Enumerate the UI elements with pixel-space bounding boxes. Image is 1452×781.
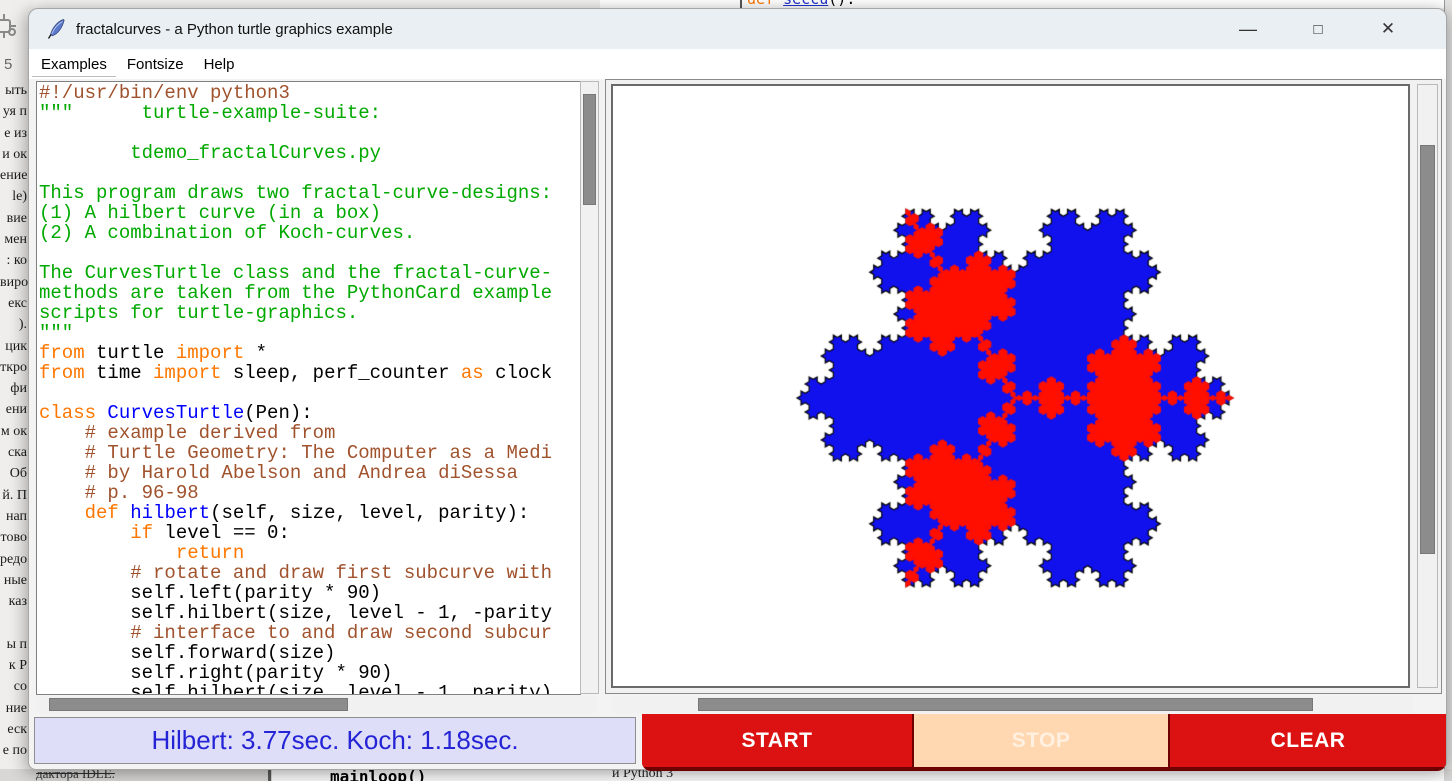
background-code-fragment: mainloop() bbox=[330, 769, 426, 781]
start-button[interactable]: START bbox=[642, 714, 912, 767]
background-window-border bbox=[268, 769, 271, 781]
scrollbar-thumb[interactable] bbox=[583, 94, 596, 205]
code-line bbox=[39, 243, 580, 263]
background-window-border bbox=[740, 0, 742, 8]
canvas-vertical-scrollbar[interactable] bbox=[1417, 84, 1438, 688]
code-line bbox=[39, 163, 580, 183]
scrollbar-thumb[interactable] bbox=[698, 698, 1313, 711]
code-line: # Turtle Geometry: The Computer as a Med… bbox=[39, 443, 580, 463]
code-line: # example derived from bbox=[39, 423, 580, 443]
turtle-graphics-canvas bbox=[611, 84, 1410, 688]
maximize-button[interactable]: □ bbox=[1295, 10, 1341, 48]
background-top-editor: def seccu(): bbox=[600, 0, 1444, 8]
scrollbar-thumb[interactable] bbox=[1420, 145, 1435, 554]
code-line: The CurvesTurtle class and the fractal-c… bbox=[39, 263, 580, 283]
menu-help[interactable]: Help bbox=[194, 53, 245, 76]
source-code-pane[interactable]: #!/usr/bin/env python3""" turtle-example… bbox=[36, 81, 581, 695]
code-line: from time import sleep, perf_counter as … bbox=[39, 363, 580, 383]
background-code-fragment: def seccu(): bbox=[747, 0, 855, 8]
code-line: self.forward(size) bbox=[39, 643, 580, 663]
minimize-button[interactable]: — bbox=[1225, 10, 1271, 48]
code-horizontal-scrollbar[interactable] bbox=[36, 696, 597, 713]
code-line: def hilbert(self, size, level, parity): bbox=[39, 503, 580, 523]
menu-fontsize[interactable]: Fontsize bbox=[117, 53, 194, 76]
code-line: scripts for turtle-graphics. bbox=[39, 303, 580, 323]
code-lines: #!/usr/bin/env python3""" turtle-example… bbox=[39, 83, 580, 695]
code-line: from turtle import * bbox=[39, 343, 580, 363]
close-button[interactable]: ✕ bbox=[1365, 10, 1411, 48]
code-line: self.hilbert(size, level - 1, -parity bbox=[39, 603, 580, 623]
code-line: if level == 0: bbox=[39, 523, 580, 543]
background-text-fragment: дактора IDLE. bbox=[36, 769, 115, 781]
clear-button[interactable]: CLEAR bbox=[1170, 714, 1446, 767]
code-line: # rotate and draw first subcurve with bbox=[39, 563, 580, 583]
code-line: self.hilbert(size, level - 1, parity) bbox=[39, 683, 580, 695]
code-line: tdemo_fractalCurves.py bbox=[39, 143, 580, 163]
code-line: """ bbox=[39, 323, 580, 343]
code-line: # p. 96-98 bbox=[39, 483, 580, 503]
tk-feather-icon bbox=[47, 19, 65, 39]
background-left-text-fragments: ыть уя п е из и ок ение le) вие мен : ко… bbox=[0, 80, 27, 781]
background-app-icon bbox=[0, 6, 20, 53]
code-line: This program draws two fractal-curve-des… bbox=[39, 183, 580, 203]
graphics-pane bbox=[605, 79, 1442, 694]
code-vertical-scrollbar[interactable] bbox=[580, 81, 599, 694]
code-line: return bbox=[39, 543, 580, 563]
fractalcurves-window: fractalcurves - a Python turtle graphics… bbox=[28, 8, 1447, 770]
timing-status-label: Hilbert: 3.77sec. Koch: 1.18sec. bbox=[34, 717, 636, 764]
code-line: methods are taken from the PythonCard ex… bbox=[39, 283, 580, 303]
code-line: self.left(parity * 90) bbox=[39, 583, 580, 603]
code-line: (1) A hilbert curve (in a box) bbox=[39, 203, 580, 223]
code-line: """ turtle-example-suite: bbox=[39, 103, 580, 123]
code-line: class CurvesTurtle(Pen): bbox=[39, 403, 580, 423]
code-line bbox=[39, 383, 580, 403]
code-line: self.right(parity * 90) bbox=[39, 663, 580, 683]
stop-button[interactable]: STOP bbox=[914, 714, 1168, 767]
menu-bar: Examples Fontsize Help bbox=[29, 49, 1446, 79]
code-line bbox=[39, 123, 580, 143]
code-line: # by Harold Abelson and Andrea diSessa bbox=[39, 463, 580, 483]
code-line: (2) A combination of Koch-curves. bbox=[39, 223, 580, 243]
background-left-number: 5 bbox=[4, 56, 12, 73]
code-line: #!/usr/bin/env python3 bbox=[39, 83, 580, 103]
menu-examples[interactable]: Examples bbox=[31, 53, 117, 76]
scrollbar-thumb[interactable] bbox=[49, 698, 348, 711]
canvas-horizontal-scrollbar[interactable] bbox=[612, 696, 1413, 713]
button-row: START STOP CLEAR bbox=[642, 714, 1446, 771]
code-line: # interface to and draw second subcur bbox=[39, 623, 580, 643]
window-title: fractalcurves - a Python turtle graphics… bbox=[76, 21, 393, 38]
